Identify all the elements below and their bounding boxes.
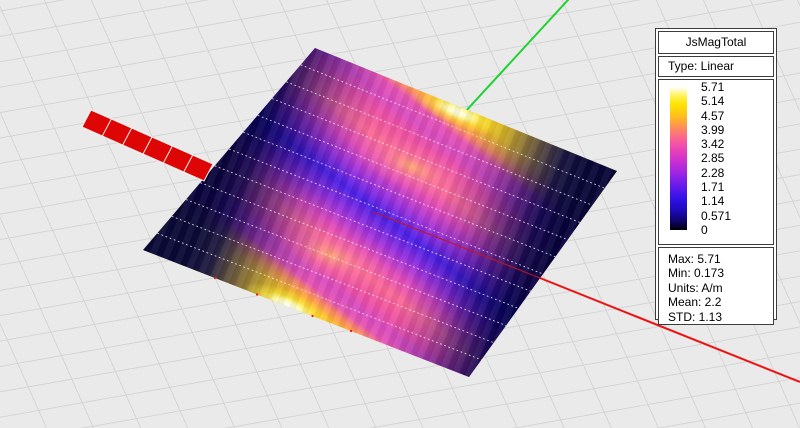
mesh-cell-shading (143, 48, 617, 377)
legend-scale-label: 2.85 (701, 151, 771, 165)
legend-colorbar (670, 87, 687, 230)
legend-scale-label: 3.42 (701, 137, 771, 151)
legend-scale-label: 2.28 (701, 166, 771, 180)
legend-scale-label: 4.57 (701, 109, 771, 123)
feed-strip (82, 110, 213, 181)
legend-title: JsMagTotal (658, 31, 774, 54)
legend-scale-label: 3.99 (701, 123, 771, 137)
legend-scale-type: Type: Linear (658, 56, 774, 77)
legend-stat-line: Max: 5.71 (668, 252, 773, 266)
legend-scale-label: 1.71 (701, 180, 771, 194)
legend-scale-label: 0 (701, 223, 771, 237)
3d-viewport[interactable]: JsMagTotal Type: Linear 5.715.144.573.99… (0, 0, 800, 428)
legend-stat-line: Mean: 2.2 (668, 295, 773, 309)
patch-surface-plot (143, 48, 617, 377)
legend-scale-label: 1.14 (701, 194, 771, 208)
legend-statistics: Max: 5.71Min: 0.173Units: A/mMean: 2.2ST… (658, 247, 774, 325)
legend-stat-line: STD: 1.13 (668, 310, 773, 324)
legend-stat-line: Units: A/m (668, 281, 773, 295)
legend-scale-labels: 5.715.144.573.993.422.852.281.711.140.57… (701, 80, 771, 237)
legend-colorbar-section: 5.715.144.573.993.422.852.281.711.140.57… (658, 79, 774, 245)
legend-scale-label: 5.71 (701, 80, 771, 94)
legend-scale-label: 0.571 (701, 209, 771, 223)
legend-scale-label: 5.14 (701, 94, 771, 108)
legend-stat-line: Min: 0.173 (668, 266, 773, 280)
legend-panel: JsMagTotal Type: Linear 5.715.144.573.99… (655, 28, 777, 320)
